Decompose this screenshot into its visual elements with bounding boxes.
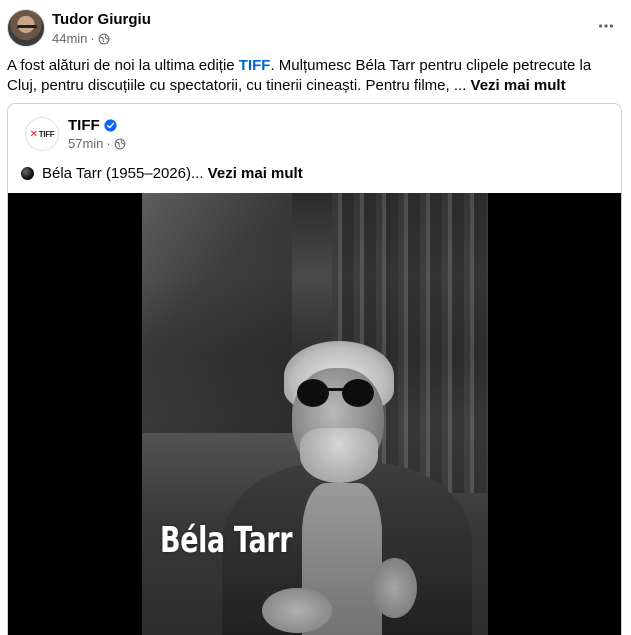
black-circle-emoji-icon — [21, 167, 34, 180]
tiff-logo-text: TIFF — [38, 129, 55, 139]
post-see-more-link[interactable]: Vezi mai mult — [471, 77, 566, 94]
shared-post-meta: 57min · — [68, 136, 126, 151]
tiff-page-link[interactable]: TIFF — [239, 57, 271, 74]
more-horizontal-icon — [598, 24, 614, 28]
post-text: A fost alături de noi la ultima ediție T… — [7, 56, 622, 96]
post-timestamp[interactable]: 44min — [52, 31, 87, 46]
facebook-post: Tudor Giurgiu 44min · A fost alături de … — [0, 0, 631, 635]
portrait-photo[interactable]: Béla Tarr — [142, 193, 488, 635]
author-name[interactable]: Tudor Giurgiu — [52, 11, 151, 28]
more-options-button[interactable] — [594, 14, 618, 38]
tiff-page-avatar[interactable]: ✕ TIFF — [25, 117, 59, 151]
shared-post-text-content: Béla Tarr (1955–2026)... — [42, 165, 204, 182]
shared-page-name-text: TIFF — [68, 117, 100, 134]
meta-separator: · — [90, 31, 95, 46]
verified-badge-icon — [104, 119, 117, 132]
shared-see-more-link[interactable]: Vezi mai mult — [208, 165, 303, 182]
author-avatar[interactable] — [7, 9, 45, 47]
shared-post-text: Béla Tarr (1955–2026)... Vezi mai mult — [21, 165, 303, 182]
shared-post-media[interactable]: Béla Tarr — [8, 193, 621, 635]
globe-icon[interactable] — [114, 138, 126, 150]
globe-icon[interactable] — [98, 33, 110, 45]
shared-post-timestamp[interactable]: 57min — [68, 136, 103, 151]
shared-post-card[interactable]: ✕ TIFF TIFF 57min · Béla Tarr (1955–2026)… — [7, 103, 622, 635]
post-meta: 44min · — [52, 31, 110, 46]
post-text-before-link: A fost alături de noi la ultima ediție — [7, 57, 239, 74]
tiff-x-icon: ✕ — [29, 128, 38, 140]
shared-page-name[interactable]: TIFF — [68, 117, 117, 134]
shared-meta-separator: · — [106, 136, 111, 151]
photo-caption: Béla Tarr — [160, 520, 293, 561]
